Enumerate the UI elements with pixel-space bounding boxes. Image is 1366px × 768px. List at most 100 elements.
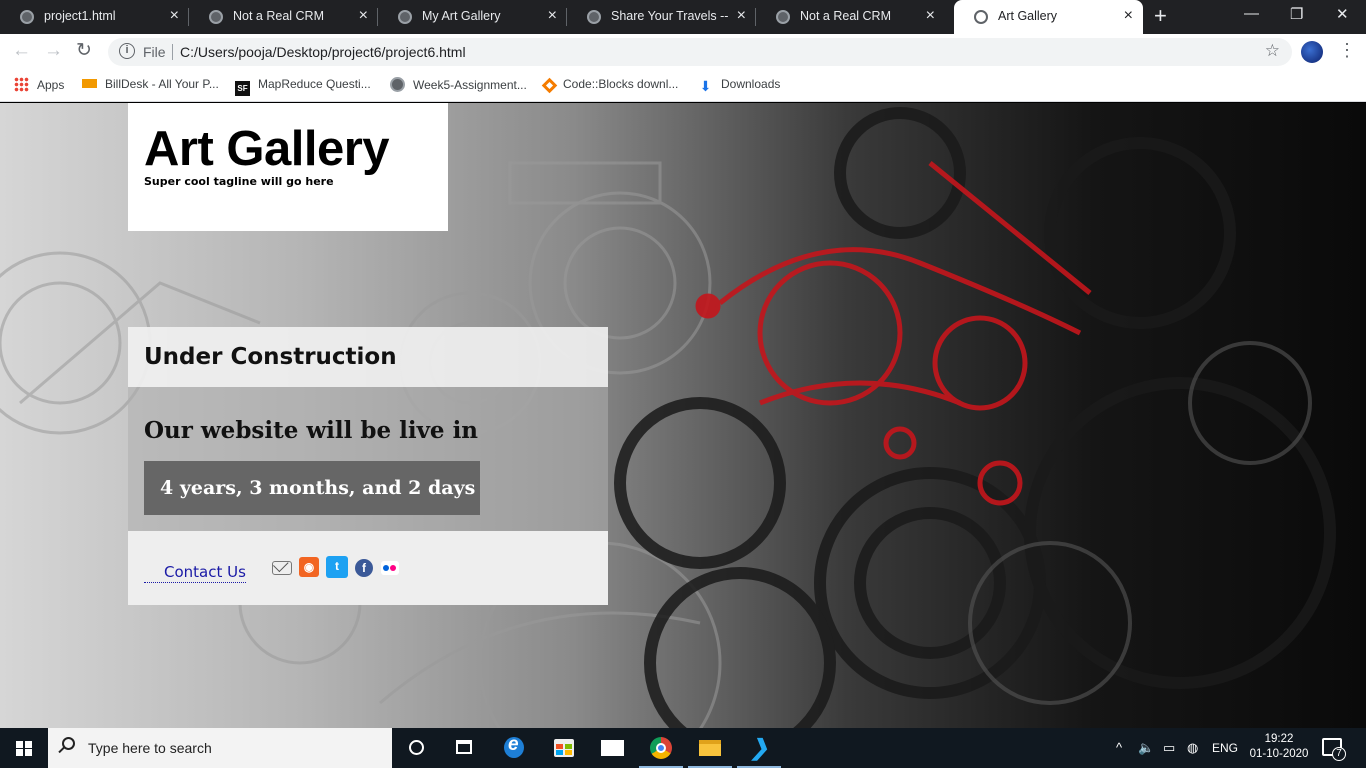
bookmark-apps[interactable]: Apps [14,77,64,92]
site-info-icon[interactable]: i [119,43,135,59]
edge-taskbar-button[interactable] [490,728,538,768]
mail-app-icon [601,740,624,756]
battery-icon[interactable]: ▭ [1163,740,1175,756]
countdown-box: 4 years, 3 months, and 2 days [144,461,480,515]
bookmark-mapreduce[interactable]: SF MapReduce Questi... [235,77,371,96]
tab-close-button[interactable]: × [548,7,557,25]
taskbar-search[interactable]: Type here to search [48,728,392,768]
chrome-taskbar-button[interactable] [637,728,685,768]
tab-close-button[interactable]: × [737,7,746,25]
bookmark-label: Downloads [721,77,781,91]
bookmark-downloads[interactable]: ⬇ Downloads [698,77,781,94]
site-title: Art Gallery [144,122,390,176]
network-icon[interactable]: ◍ [1187,740,1198,756]
bookmark-week5[interactable]: Week5-Assignment... [390,77,527,92]
globe-icon [974,10,988,24]
tab-title: Share Your Travels -- M [611,9,731,23]
tab-title: Not a Real CRM [800,9,891,23]
tab-share-your-travels[interactable]: Share Your Travels -- M × [567,0,756,34]
sf-icon: SF [235,81,250,96]
mail-taskbar-button[interactable] [588,728,636,768]
volume-icon[interactable]: 🔈 [1138,740,1154,756]
cortana-icon [409,740,424,755]
address-bar[interactable]: i File C:/Users/pooja/Desktop/project6/p… [108,38,1292,66]
bookmark-label: BillDesk - All Your P... [105,77,219,91]
task-view-icon [456,740,472,754]
twitter-icon[interactable]: t [326,556,348,578]
browser-tab-strip: project1.html × Not a Real CRM × My Art … [0,0,1366,36]
bookmarks-bar: Apps BillDesk - All Your P... SF MapReduc… [0,70,1366,102]
browser-menu-icon[interactable]: ⋮ [1338,40,1356,61]
tab-title: Art Gallery [998,9,1058,23]
section-heading: Under Construction [128,327,608,387]
bookmark-label: Week5-Assignment... [413,78,527,92]
tab-close-button[interactable]: × [359,7,368,25]
restore-button[interactable]: ❐ [1290,5,1303,23]
cortana-button[interactable] [392,728,440,768]
tab-my-art-gallery[interactable]: My Art Gallery × [378,0,567,34]
apps-grid-icon [14,77,29,92]
tab-title: Not a Real CRM [233,9,324,23]
page-viewport: Art Gallery Super cool tagline will go h… [0,103,1366,728]
file-explorer-taskbar-button[interactable] [686,728,734,768]
bookmark-label: Apps [37,78,65,92]
tab-not-a-real-crm-2[interactable]: Not a Real CRM × [756,0,945,34]
minimize-button[interactable]: — [1244,5,1259,22]
tab-title: My Art Gallery [422,9,501,23]
vscode-taskbar-button[interactable] [735,728,783,768]
live-heading: Our website will be live in [144,417,479,444]
notification-center-icon[interactable]: 7 [1322,738,1346,761]
globe-icon [209,10,223,24]
globe-icon [20,10,34,24]
windows-logo-icon [16,741,32,756]
globe-icon [398,10,412,24]
url-text[interactable]: C:/Users/pooja/Desktop/project6/project6… [180,44,466,60]
tab-art-gallery[interactable]: Art Gallery × [954,0,1143,36]
facebook-icon[interactable]: f [355,559,373,577]
search-placeholder: Type here to search [88,740,212,756]
taskbar-clock[interactable]: 19:22 01-10-2020 [1244,732,1314,762]
mail-icon[interactable] [272,561,292,575]
bookmark-codeblocks[interactable]: Code::Blocks downl... [541,77,679,94]
edge-icon [504,734,524,758]
panel-footer: Contact Us ◉ t f [128,531,608,605]
tab-title: project1.html [44,9,116,23]
profile-avatar[interactable] [1301,41,1323,63]
clock-time: 19:22 [1264,733,1294,745]
omnibox-divider [172,44,173,60]
forward-button[interactable]: → [44,40,63,62]
billdesk-icon [82,79,97,88]
site-tagline: Super cool tagline will go here [144,175,334,188]
bookmark-star-icon[interactable]: ☆ [1265,41,1280,61]
store-icon [554,739,574,757]
tab-close-button[interactable]: × [170,7,179,25]
new-tab-button[interactable]: + [1154,4,1167,28]
language-indicator[interactable]: ENG [1212,741,1238,755]
back-button[interactable]: ← [12,40,31,62]
rss-icon[interactable]: ◉ [299,557,319,577]
tray-chevron-icon[interactable]: ^ [1116,740,1122,755]
scheme-label: File [143,44,166,60]
task-view-button[interactable] [440,728,488,768]
flickr-icon[interactable] [381,561,399,575]
store-taskbar-button[interactable] [539,728,587,768]
search-icon [62,737,75,750]
tab-project1[interactable]: project1.html × [0,0,189,34]
bookmark-label: Code::Blocks downl... [563,77,679,91]
close-window-button[interactable]: ✕ [1336,5,1349,23]
countdown-section: Our website will be live in 4 years, 3 m… [128,387,608,531]
chrome-icon [650,737,672,759]
reload-button[interactable]: ↻ [76,40,92,62]
site-header: Art Gallery Super cool tagline will go h… [128,103,448,231]
clock-date: 01-10-2020 [1249,748,1309,760]
globe-icon [587,10,601,24]
tab-close-button[interactable]: × [1124,7,1133,25]
contact-us-link[interactable]: Contact Us [144,563,246,583]
tab-not-a-real-crm[interactable]: Not a Real CRM × [189,0,378,34]
download-icon: ⬇ [699,78,712,94]
bookmark-billdesk[interactable]: BillDesk - All Your P... [82,77,219,91]
start-button[interactable] [0,728,48,768]
tab-close-button[interactable]: × [926,7,935,25]
notification-count: 7 [1332,747,1346,761]
codeblocks-icon [541,77,558,94]
